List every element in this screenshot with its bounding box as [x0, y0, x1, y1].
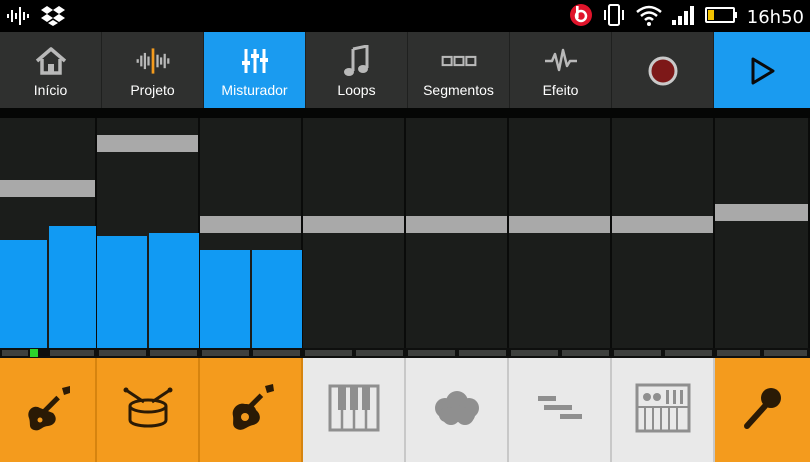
- electric-guitar-icon: [20, 380, 76, 440]
- level-indicator-segment: [562, 350, 609, 356]
- level-indicator-segment: [665, 350, 712, 356]
- status-bar: 16h50: [0, 0, 810, 32]
- segments-icon: [441, 44, 477, 78]
- mixer-channel-ambient: [406, 118, 509, 358]
- mixer-sliders-icon: [237, 44, 273, 78]
- mixer-divider: [0, 108, 810, 118]
- vibrate-icon: [601, 3, 627, 31]
- mixer-channel-piano: [303, 118, 406, 358]
- instrument-drums-button[interactable]: [97, 358, 200, 462]
- volume-fader-handle[interactable]: [0, 180, 95, 197]
- battery-icon: [704, 4, 739, 30]
- piano-icon: [328, 384, 380, 436]
- instrument-ambient-button[interactable]: [406, 358, 509, 462]
- instrument-electric-guitar-button[interactable]: [0, 358, 97, 462]
- instrument-vocal-button[interactable]: [715, 358, 810, 462]
- dropbox-icon: [40, 4, 66, 32]
- tab-label: Projeto: [130, 82, 175, 98]
- play-icon: [744, 54, 780, 88]
- level-indicator-segment: [614, 350, 661, 356]
- tab-label: Início: [33, 82, 68, 98]
- volume-fader-handle[interactable]: [97, 135, 198, 152]
- level-meter: [149, 233, 199, 358]
- level-indicator-segment: [356, 350, 403, 356]
- mixer-channel-segments: [509, 118, 612, 358]
- level-indicator-segment: [30, 349, 38, 357]
- pulse-icon: [543, 44, 579, 78]
- level-indicator-segment: [99, 350, 146, 356]
- microphone-icon: [737, 382, 789, 438]
- mixer-panel: [0, 108, 810, 358]
- tab-label: Loops: [337, 82, 376, 98]
- mixer-channel-electric-guitar: [0, 118, 97, 358]
- level-meter: [97, 236, 147, 358]
- volume-fader-handle[interactable]: [406, 216, 507, 233]
- record-icon: [645, 54, 681, 88]
- clock: 16h50: [746, 6, 804, 28]
- instrument-synth-button[interactable]: [612, 358, 715, 462]
- level-indicator-segment: [408, 350, 455, 356]
- drum-icon: [120, 380, 176, 440]
- instrument-segments-button[interactable]: [509, 358, 612, 462]
- home-icon: [33, 44, 69, 78]
- app-screen: { "status_bar": { "time": "16h50", "icon…: [0, 0, 810, 462]
- instrument-piano-button[interactable]: [303, 358, 406, 462]
- level-meter: [0, 240, 47, 358]
- tab-loops[interactable]: Loops: [306, 32, 408, 108]
- acoustic-guitar-icon: [223, 380, 279, 440]
- instrument-acoustic-guitar-button[interactable]: [200, 358, 303, 462]
- wifi-icon: [635, 3, 663, 31]
- level-meter: [49, 226, 96, 358]
- level-indicator-row: [0, 348, 810, 358]
- level-indicator-segment: [305, 350, 352, 356]
- synth-keyboard-icon: [635, 383, 691, 437]
- tab-label: Segmentos: [423, 82, 494, 98]
- volume-fader-handle[interactable]: [303, 216, 404, 233]
- audio-wave-icon: [6, 5, 32, 31]
- mixer-channel-vocal: [715, 118, 810, 358]
- level-indicator-segment: [717, 350, 760, 356]
- tab-efeito[interactable]: Efeito: [510, 32, 612, 108]
- mixer-channel-synth: [612, 118, 715, 358]
- level-indicator-segment: [511, 350, 558, 356]
- instrument-bar: [0, 358, 810, 462]
- tab-segmentos[interactable]: Segmentos: [408, 32, 510, 108]
- level-meter: [252, 250, 302, 358]
- level-indicator-segment: [2, 350, 28, 356]
- level-indicator-segment: [50, 350, 94, 356]
- level-indicator-segment: [253, 350, 300, 356]
- volume-fader-handle[interactable]: [612, 216, 713, 233]
- music-note-icon: [339, 44, 375, 78]
- tab-label: Efeito: [542, 82, 579, 98]
- level-indicator-segment: [764, 350, 807, 356]
- volume-fader-handle[interactable]: [715, 204, 808, 221]
- mixer-channel-drums: [97, 118, 200, 358]
- tab-misturador[interactable]: Misturador: [204, 32, 306, 108]
- main-toolbar: Início Projeto Misturador Loops Segmento…: [0, 32, 810, 108]
- level-meter: [200, 250, 250, 358]
- record-button[interactable]: [612, 32, 714, 108]
- segments-bars-icon: [532, 390, 588, 430]
- tab-label: Misturador: [221, 82, 288, 98]
- cloud-icon: [429, 388, 485, 432]
- level-indicator-segment: [202, 350, 249, 356]
- beats-icon: [569, 3, 593, 31]
- signal-icon: [671, 3, 697, 31]
- level-indicator-segment: [459, 350, 506, 356]
- volume-fader-handle[interactable]: [509, 216, 610, 233]
- mixer-channel-acoustic-guitar: [200, 118, 303, 358]
- play-button[interactable]: [714, 32, 810, 108]
- level-indicator-segment: [150, 350, 197, 356]
- waveform-icon: [135, 44, 171, 78]
- tab-projeto[interactable]: Projeto: [102, 32, 204, 108]
- tab-inicio[interactable]: Início: [0, 32, 102, 108]
- volume-fader-handle[interactable]: [200, 216, 301, 233]
